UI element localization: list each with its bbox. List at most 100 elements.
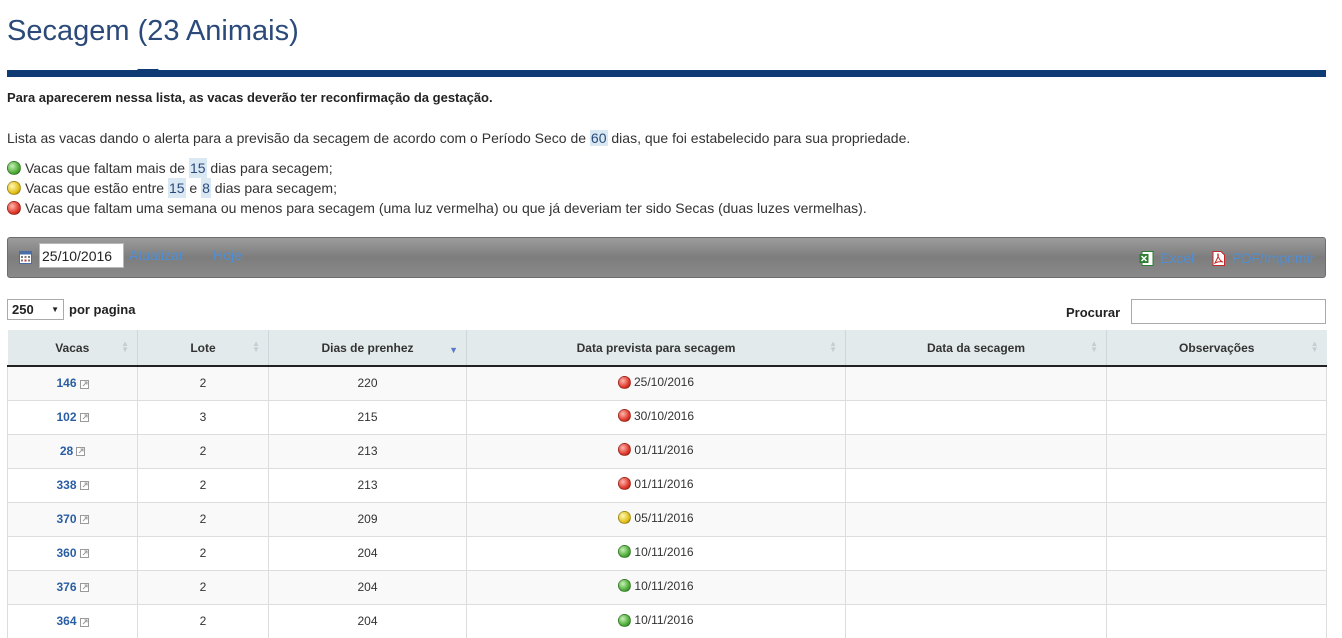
cell-lote: 2 — [137, 433, 269, 468]
search-label: Procurar — [1066, 305, 1121, 320]
cow-link[interactable]: 338 — [56, 478, 76, 492]
cell-observacoes — [1106, 433, 1327, 468]
cell-observacoes — [1106, 365, 1327, 400]
cell-data-prevista: 01/11/2016 — [466, 433, 846, 468]
cow-link[interactable]: 146 — [56, 376, 76, 390]
cell-vaca: 338 — [7, 467, 138, 502]
column-header-data-secagem[interactable]: Data da secagem ▲ ▼ — [845, 330, 1107, 367]
sort-icon: ▲ ▼ — [121, 339, 129, 354]
red-light-icon — [617, 409, 631, 423]
legend-green: Vacas que faltam mais de 15 dias para se… — [7, 158, 867, 178]
cell-lote: 2 — [137, 467, 269, 502]
cell-data-secagem — [845, 501, 1107, 536]
sort-icon: ▲ ▼ — [1090, 339, 1098, 354]
sort-descending-icon: ▼ — [449, 345, 458, 355]
page-title: Secagem (23 Animais) — [7, 15, 299, 47]
search-input[interactable] — [1131, 299, 1326, 324]
cell-vaca: 360 — [7, 535, 138, 570]
cell-data-secagem — [845, 569, 1107, 604]
sort-icon: ▲ ▼ — [252, 339, 260, 354]
per-page-control: 250 ▼ por pagina — [7, 299, 135, 320]
cell-lote: 2 — [137, 569, 269, 604]
gestation-notice: Para aparecerem nessa lista, as vacas de… — [7, 90, 493, 105]
yellow-light-icon — [618, 511, 632, 525]
intro-after: dias, que foi estabelecido para sua prop… — [611, 130, 911, 146]
cell-lote: 3 — [137, 399, 269, 434]
cow-link[interactable]: 364 — [56, 614, 76, 628]
green-light-icon — [7, 161, 21, 175]
cell-dias: 213 — [268, 467, 467, 502]
column-header-lote[interactable]: Lote ▲ ▼ — [137, 330, 269, 367]
external-link-icon[interactable] — [79, 583, 89, 593]
cell-observacoes — [1106, 569, 1327, 604]
refresh-link[interactable]: Atualizar — [129, 247, 183, 263]
cell-data-prevista: 01/11/2016 — [466, 467, 846, 502]
cell-data-prevista: 05/11/2016 — [466, 501, 846, 536]
per-page-select[interactable]: 250 ▼ — [7, 299, 64, 320]
cell-data-secagem — [845, 433, 1107, 468]
cow-link[interactable]: 370 — [56, 512, 76, 526]
column-header-observacoes[interactable]: Observações ▲ ▼ — [1106, 330, 1327, 367]
drying-table: Vacas ▲ ▼ Lote ▲ ▼ Dias de prenhez ▼ Data pre… — [7, 330, 1327, 638]
cell-observacoes — [1106, 501, 1327, 536]
table-row: 376 2 204 10/11/2016 — [7, 569, 1327, 604]
cell-observacoes — [1106, 399, 1327, 434]
dropdown-arrow-icon: ▼ — [51, 305, 59, 314]
cell-lote: 2 — [137, 603, 269, 638]
yellow-light-icon — [7, 181, 21, 195]
column-header-data-prevista[interactable]: Data prevista para secagem ▲ ▼ — [466, 330, 846, 367]
cell-lote: 2 — [137, 501, 269, 536]
cell-data-prevista: 10/11/2016 — [466, 603, 846, 638]
table-row: 102 3 215 30/10/2016 — [7, 399, 1327, 434]
calendar-icon[interactable] — [19, 251, 32, 264]
cell-dias: 204 — [268, 603, 467, 638]
green-light-icon — [618, 579, 632, 593]
sort-icon: ▲ ▼ — [829, 339, 837, 354]
table-row: 360 2 204 10/11/2016 — [7, 535, 1327, 570]
cell-data-secagem — [845, 603, 1107, 638]
cow-link[interactable]: 102 — [56, 410, 76, 424]
external-link-icon[interactable] — [79, 481, 89, 491]
cell-observacoes — [1106, 467, 1327, 502]
cell-dias: 213 — [268, 433, 467, 468]
excel-export-button[interactable]: Excel — [1139, 250, 1194, 266]
cell-data-secagem — [845, 535, 1107, 570]
cell-dias: 215 — [268, 399, 467, 434]
green-light-icon — [618, 613, 632, 627]
table-row: 364 2 204 10/11/2016 — [7, 603, 1327, 638]
table-row: 338 2 213 01/11/2016 — [7, 467, 1327, 502]
intro-before: Lista as vacas dando o alerta para a pre… — [7, 130, 587, 146]
cell-lote: 2 — [137, 365, 269, 400]
external-link-icon[interactable] — [79, 515, 89, 525]
cell-data-secagem — [845, 365, 1107, 400]
cell-dias: 220 — [268, 365, 467, 400]
external-link-icon[interactable] — [76, 447, 86, 457]
cell-vaca: 102 — [7, 399, 138, 434]
cell-data-prevista: 10/11/2016 — [466, 535, 846, 570]
red-light-icon — [618, 443, 632, 457]
external-link-icon[interactable] — [79, 617, 89, 627]
cell-observacoes — [1106, 603, 1327, 638]
column-header-dias-prenhez[interactable]: Dias de prenhez ▼ — [268, 330, 467, 367]
intro-text: Lista as vacas dando o alerta para a pre… — [7, 130, 910, 146]
today-link[interactable]: Hoje — [213, 247, 242, 263]
external-link-icon[interactable] — [79, 549, 89, 559]
cell-data-prevista: 25/10/2016 — [466, 365, 846, 400]
cow-link[interactable]: 360 — [56, 546, 76, 560]
cell-vaca: 376 — [7, 569, 138, 604]
pdf-print-button[interactable]: PDF/Imprimir — [1211, 250, 1314, 266]
date-field[interactable] — [39, 243, 124, 268]
pdf-label: PDF/Imprimir — [1232, 250, 1315, 266]
dry-period-days: 60 — [589, 130, 608, 146]
external-link-icon[interactable] — [79, 379, 89, 389]
column-header-vacas[interactable]: Vacas ▲ ▼ — [7, 330, 138, 367]
cell-dias: 209 — [268, 501, 467, 536]
external-link-icon[interactable] — [79, 413, 89, 423]
red-light-icon — [618, 477, 632, 491]
red-light-icon — [7, 201, 21, 215]
excel-label: Excel — [1160, 250, 1195, 266]
cow-link[interactable]: 376 — [56, 580, 76, 594]
cow-link[interactable]: 28 — [60, 444, 73, 458]
table-row: 28 2 213 01/11/2016 — [7, 433, 1327, 468]
cell-vaca: 364 — [7, 603, 138, 638]
